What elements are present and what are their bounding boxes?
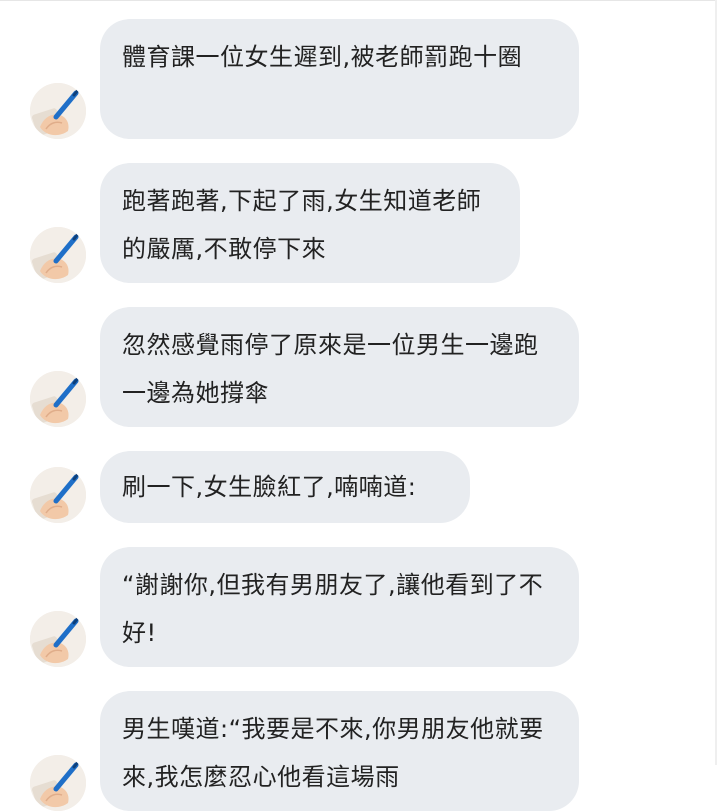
avatar[interactable] [30,611,86,667]
message-text: 男生嘆道:“我要是不來,你男朋友他就要來,我怎麼忍心他看這場雨 [122,715,544,791]
avatar[interactable] [30,83,86,139]
message-bubble: 男生嘆道:“我要是不來,你男朋友他就要來,我怎麼忍心他看這場雨 [100,691,579,811]
top-divider [0,0,717,1]
avatar[interactable] [30,755,86,811]
message-text: “謝謝你,但我有男朋友了,讓他看到了不好! [122,571,544,647]
message-bubble: 忽然感覺雨停了原來是一位男生一邊跑一邊為她撐傘 [100,307,579,427]
message-bubble: 體育課一位女生遲到,被老師罰跑十圈 [100,19,579,139]
avatar[interactable] [30,227,86,283]
message-text: 跑著跑著,下起了雨,女生知道老師的嚴厲,不敢停下來 [122,187,482,263]
hand-writing-pen-icon [30,371,86,427]
message-bubble: 跑著跑著,下起了雨,女生知道老師的嚴厲,不敢停下來 [100,163,520,283]
hand-writing-pen-icon [30,83,86,139]
avatar[interactable] [30,371,86,427]
message-text: 刷一下,女生臉紅了,喃喃道: [122,473,417,501]
hand-writing-pen-icon [30,227,86,283]
hand-writing-pen-icon [30,611,86,667]
message-bubble: 刷一下,女生臉紅了,喃喃道: [100,451,470,523]
hand-writing-pen-icon [30,467,86,523]
hand-writing-pen-icon [30,755,86,811]
message-text: 忽然感覺雨停了原來是一位男生一邊跑一邊為她撐傘 [122,331,539,407]
avatar[interactable] [30,467,86,523]
message-bubble: “謝謝你,但我有男朋友了,讓他看到了不好! [100,547,579,667]
message-text: 體育課一位女生遲到,被老師罰跑十圈 [122,43,523,71]
